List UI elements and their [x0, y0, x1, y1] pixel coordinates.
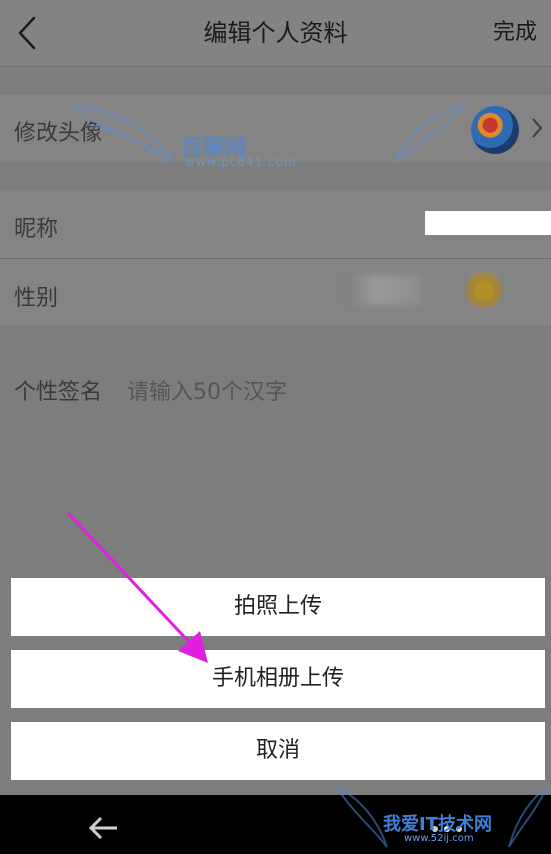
nickname-row-label: 昵称: [14, 217, 59, 242]
watermark-wing-right-bottom: [508, 786, 548, 848]
avatar[interactable]: [471, 106, 519, 154]
chevron-right-icon: [532, 118, 543, 138]
watermark-wing-left: [69, 103, 174, 166]
gender-row-label: 性别: [14, 286, 59, 311]
signature-label: 个性签名: [14, 380, 103, 405]
page-title: 编辑个人资料: [203, 19, 348, 47]
watermark-wing-right: [394, 103, 468, 163]
cancel-button[interactable]: 取消: [11, 722, 545, 780]
gender-option-blurred-selected[interactable]: [466, 270, 502, 310]
nav-back-icon[interactable]: [85, 810, 121, 846]
nickname-value-redacted: [425, 211, 551, 235]
watermark-url: www.pc841.com: [185, 155, 297, 169]
watermark-url-bottom: www.52ij.com: [404, 833, 474, 844]
annotation-arrow: [66, 511, 208, 663]
done-button[interactable]: 完成: [493, 0, 537, 66]
signature-input-placeholder[interactable]: 请输入50个汉字: [127, 374, 287, 406]
gender-option-blurred[interactable]: [345, 275, 420, 305]
